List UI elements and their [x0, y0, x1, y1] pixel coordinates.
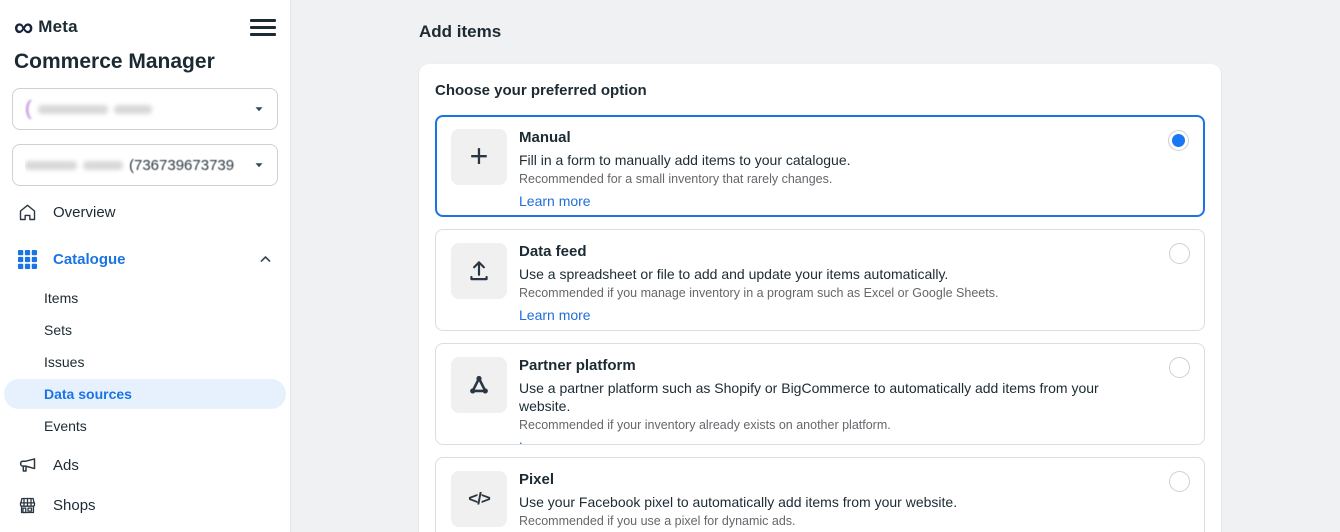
option-description: Use your Facebook pixel to automatically… [519, 493, 957, 511]
option-title: Pixel [519, 471, 957, 489]
redacted-text [83, 161, 123, 170]
home-icon [16, 202, 38, 223]
option-title: Manual [519, 129, 851, 147]
add-items-card: Choose your preferred option + Manual Fi… [419, 64, 1221, 532]
sidebar-item-overview[interactable]: Overview [0, 196, 290, 228]
caret-down-icon [253, 159, 265, 171]
radio-manual[interactable] [1168, 130, 1189, 151]
grid-icon [16, 250, 38, 269]
option-partner-platform[interactable]: Partner platform Use a partner platform … [435, 343, 1205, 445]
option-title: Data feed [519, 243, 998, 261]
code-icon: </> [451, 471, 507, 527]
learn-more-link[interactable]: Learn more [519, 192, 591, 210]
meta-infinity-icon: ∞ [14, 17, 33, 37]
catalogue-sub-list: Items Sets Issues Data sources Events [0, 283, 290, 441]
redacted-text [25, 161, 77, 170]
page-title: Add items [419, 22, 1221, 42]
sidebar-item-events[interactable]: Events [4, 411, 286, 441]
option-description: Use a spreadsheet or file to add and upd… [519, 265, 998, 283]
redacted-text [38, 105, 108, 114]
sidebar-item-label: Overview [53, 204, 116, 221]
sidebar: ∞ Meta Commerce Manager ( (736739673739 … [0, 0, 291, 532]
option-description: Fill in a form to manually add items to … [519, 151, 851, 169]
learn-more-link[interactable]: Learn more [519, 306, 591, 324]
sidebar-item-ads[interactable]: Ads [0, 449, 290, 481]
option-recommendation: Recommended if your inventory already ex… [519, 418, 1119, 433]
meta-logo[interactable]: ∞ Meta [14, 17, 78, 37]
sidebar-item-label: Shops [53, 497, 96, 514]
sidebar-item-sets[interactable]: Sets [4, 315, 286, 345]
app-title: Commerce Manager [0, 42, 290, 74]
option-manual[interactable]: + Manual Fill in a form to manually add … [435, 115, 1205, 217]
sidebar-item-label: Catalogue [53, 251, 126, 268]
catalogue-selector-dropdown[interactable]: (736739673739 [12, 144, 278, 186]
radio-data-feed[interactable] [1169, 243, 1190, 264]
shop-selector-dropdown[interactable]: ( [12, 88, 278, 130]
option-pixel[interactable]: </> Pixel Use your Facebook pixel to aut… [435, 457, 1205, 532]
partner-platform-icon [451, 357, 507, 413]
chevron-up-icon[interactable] [254, 252, 276, 267]
redacted-text: ( [25, 98, 32, 121]
caret-down-icon [253, 103, 265, 115]
sidebar-item-items[interactable]: Items [4, 283, 286, 313]
redacted-text [114, 105, 152, 114]
option-data-feed[interactable]: Data feed Use a spreadsheet or file to a… [435, 229, 1205, 331]
main-content: Add items Choose your preferred option +… [291, 0, 1340, 532]
card-title: Choose your preferred option [435, 82, 1205, 99]
option-recommendation: Recommended if you manage inventory in a… [519, 286, 998, 301]
radio-pixel[interactable] [1169, 471, 1190, 492]
radio-partner-platform[interactable] [1169, 357, 1190, 378]
sidebar-item-catalogue[interactable]: Catalogue [0, 243, 290, 275]
megaphone-icon [16, 455, 38, 476]
option-recommendation: Recommended if you use a pixel for dynam… [519, 514, 957, 529]
storefront-icon [16, 495, 38, 516]
sidebar-item-shops[interactable]: Shops [0, 489, 290, 521]
sidebar-item-label: Ads [53, 457, 79, 474]
learn-more-link[interactable]: Learn more [519, 438, 591, 445]
hamburger-menu-icon[interactable] [250, 13, 276, 42]
option-title: Partner platform [519, 357, 1119, 375]
sidebar-item-issues[interactable]: Issues [4, 347, 286, 377]
brand-name: Meta [38, 17, 78, 37]
plus-icon: + [451, 129, 507, 185]
upload-icon [451, 243, 507, 299]
brand-row: ∞ Meta [0, 12, 290, 42]
option-recommendation: Recommended for a small inventory that r… [519, 172, 851, 187]
option-description: Use a partner platform such as Shopify o… [519, 379, 1119, 415]
catalogue-id-text: (736739673739 [129, 157, 234, 174]
sidebar-item-data-sources[interactable]: Data sources [4, 379, 286, 409]
